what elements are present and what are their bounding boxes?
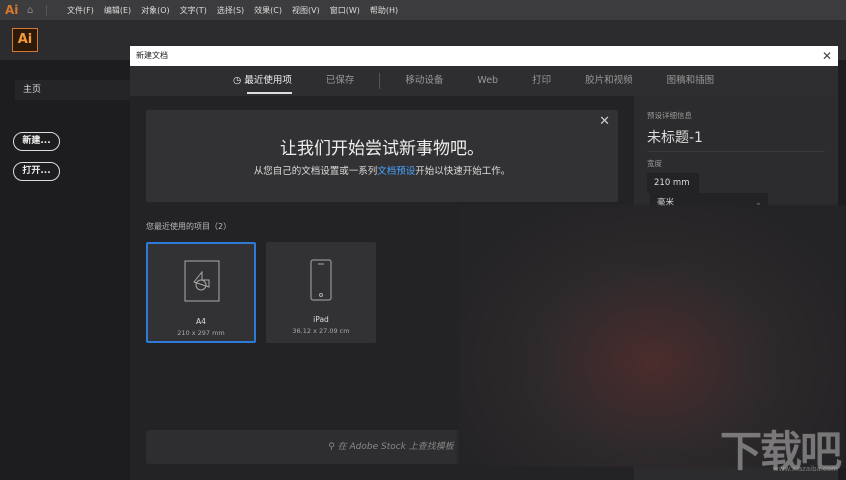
preset-tabs: ◷ 最近使用项 已保存 移动设备 Web 打印 胶片和视频 图稿和插图 xyxy=(130,66,838,96)
tab-mobile[interactable]: 移动设备 xyxy=(405,66,443,96)
banner-text: 从您自己的文档设置或一系列文档预设开始以快速开始工作。 xyxy=(253,166,511,177)
search-icon: ⚲ xyxy=(328,442,338,452)
item-name: A4 xyxy=(196,317,206,326)
menu-file[interactable]: 文件(F) xyxy=(67,5,94,16)
menu-object[interactable]: 对象(O) xyxy=(141,5,170,16)
document-icon xyxy=(184,260,220,302)
tab-web[interactable]: Web xyxy=(477,66,498,96)
tab-saved[interactable]: 已保存 xyxy=(326,66,355,96)
home-icon[interactable]: ⌂ xyxy=(27,4,47,16)
recent-item-ipad[interactable]: iPad 36.12 x 27.09 cm xyxy=(266,242,376,343)
new-button[interactable]: 新建... xyxy=(13,132,60,151)
recent-item-a4[interactable]: A4 210 x 297 mm xyxy=(146,242,256,343)
width-input[interactable]: 210 mm xyxy=(647,173,699,193)
welcome-banner: ✕ 让我们开始尝试新事物吧。 从您自己的文档设置或一系列文档预设开始以快速开始工… xyxy=(146,110,618,202)
ai-logo: Ai xyxy=(5,3,19,17)
tab-recent[interactable]: ◷ 最近使用项 xyxy=(233,66,292,96)
dialog-titlebar: 新建文档 ✕ xyxy=(130,46,838,66)
menu-view[interactable]: 视图(V) xyxy=(292,5,320,16)
sidebar-home[interactable]: 主页 xyxy=(15,80,130,100)
menu-window[interactable]: 窗口(W) xyxy=(330,5,360,16)
item-size: 210 x 297 mm xyxy=(177,329,225,337)
banner-title: 让我们开始尝试新事物吧。 xyxy=(280,139,484,159)
clock-icon: ◷ xyxy=(233,75,245,86)
width-label: 宽度 xyxy=(647,159,662,168)
menu-effect[interactable]: 效果(C) xyxy=(254,5,282,16)
dialog-title: 新建文档 xyxy=(136,51,168,60)
tablet-icon xyxy=(310,259,332,301)
preset-section-label: 预设详细信息 xyxy=(647,111,692,120)
tab-divider xyxy=(379,73,381,89)
menu-edit[interactable]: 编辑(E) xyxy=(104,5,131,16)
item-name: iPad xyxy=(313,315,329,324)
tab-film-video[interactable]: 胶片和视频 xyxy=(585,66,633,96)
menu-bar: Ai ⌂ 文件(F) 编辑(E) 对象(O) 文字(T) 选择(S) 效果(C)… xyxy=(0,0,846,20)
menu-select[interactable]: 选择(S) xyxy=(217,5,244,16)
app-logo: Ai xyxy=(12,28,38,52)
close-icon[interactable]: ✕ xyxy=(822,46,832,66)
item-size: 36.12 x 27.09 cm xyxy=(292,327,350,335)
watermark-url: www.xiazaiba.com xyxy=(773,465,838,473)
tab-print[interactable]: 打印 xyxy=(532,66,551,96)
open-button[interactable]: 打开... xyxy=(13,162,60,181)
banner-close-icon[interactable]: ✕ xyxy=(599,114,610,129)
recent-label: 您最近使用的项目（2） xyxy=(146,222,232,231)
tab-art-illustration[interactable]: 图稿和插图 xyxy=(667,66,715,96)
menu-help[interactable]: 帮助(H) xyxy=(370,5,398,16)
presets-link[interactable]: 文档预设 xyxy=(377,166,415,177)
menu-type[interactable]: 文字(T) xyxy=(180,5,207,16)
document-name-input[interactable]: 未标题-1 xyxy=(647,127,825,152)
